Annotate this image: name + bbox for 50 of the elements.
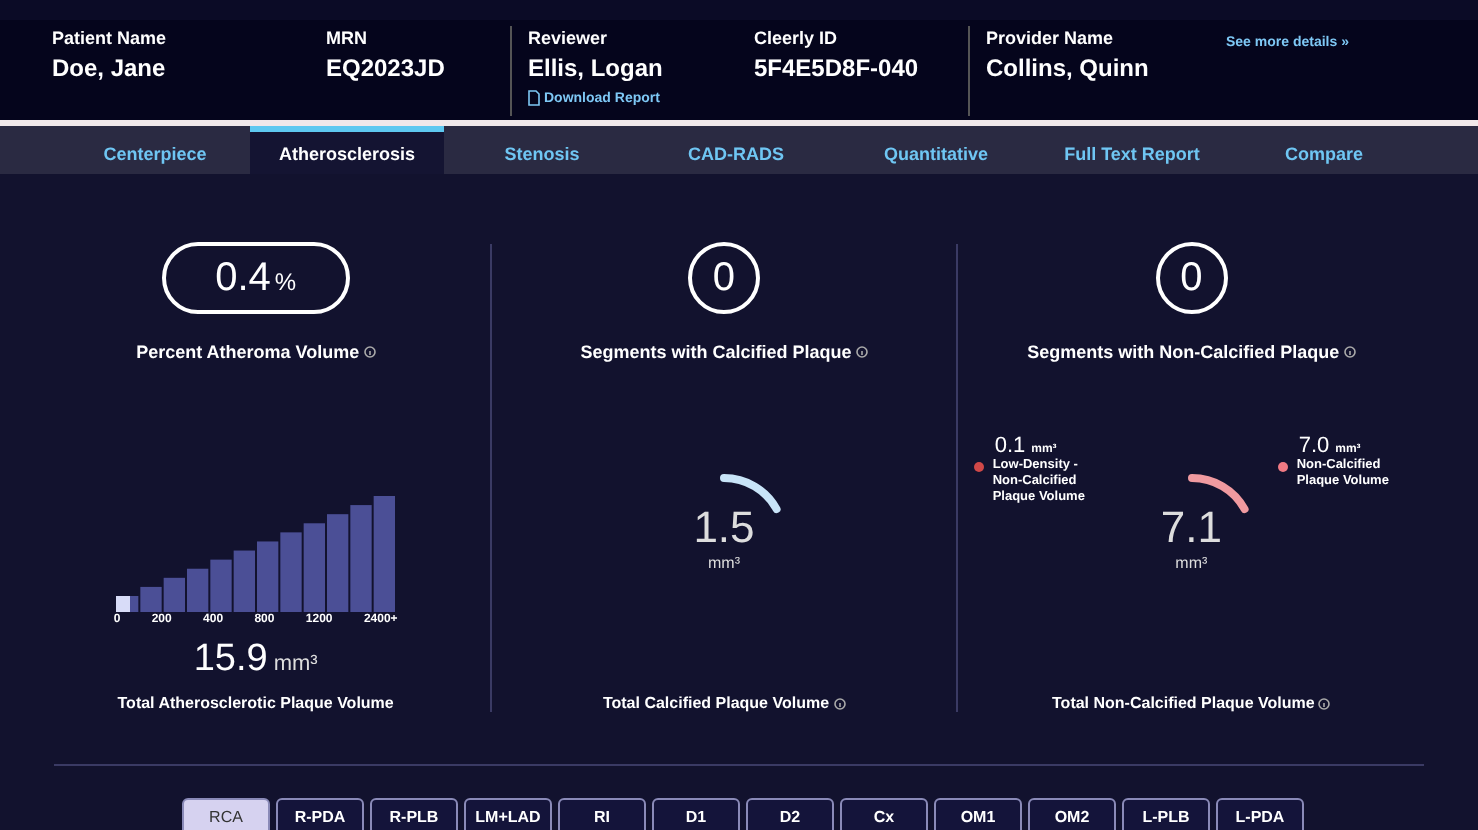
panel-title: Segments with Non-Calcified Plaque <box>1027 342 1340 362</box>
field-value: Ellis, Logan <box>528 54 665 82</box>
field-value: Collins, Quinn <box>986 54 1151 82</box>
field-label: Provider Name <box>986 28 1116 48</box>
caption-label: Total Calcified Plaque Volume <box>602 694 830 712</box>
info-icon <box>855 346 868 358</box>
field-value: 5F4E5D8F-040 <box>754 54 921 82</box>
field-label: MRN <box>326 28 369 48</box>
tab[interactable]: Centerpiece <box>60 126 250 174</box>
unit-label: mm³ <box>1173 554 1210 572</box>
segment-tab[interactable]: RI <box>558 798 646 830</box>
tab[interactable]: Quantitative <box>832 126 1040 174</box>
segment-tab[interactable]: RCA <box>182 798 270 830</box>
info-icon <box>363 346 376 358</box>
tab[interactable]: Atherosclerosis <box>250 126 444 174</box>
field-label: Cleerly ID <box>754 28 840 48</box>
segment-tab[interactable]: L-PLB <box>1122 798 1210 830</box>
value-badge: 0 <box>687 242 760 314</box>
field-value: Doe, Jane <box>52 54 168 82</box>
tab[interactable]: CAD-RADS <box>640 126 832 174</box>
total-value: 15.9 <box>193 638 268 682</box>
segment-tab[interactable]: LM+LAD <box>464 798 552 830</box>
field-label: Patient Name <box>52 28 169 48</box>
segment-tab[interactable]: R-PLB <box>370 798 458 830</box>
panel-title: Segments with Calcified Plaque <box>580 342 852 362</box>
legend-value: 0.1 <box>994 434 1026 458</box>
tab[interactable]: Full Text Report <box>1040 126 1224 174</box>
segment-tab[interactable]: OM1 <box>934 798 1022 830</box>
segment-tab[interactable]: D2 <box>746 798 834 830</box>
value-badge: 0 <box>1155 242 1228 314</box>
segment-tab[interactable]: D1 <box>652 798 740 830</box>
info-icon <box>1343 346 1356 358</box>
tab[interactable]: Compare <box>1224 126 1424 174</box>
segment-tab[interactable]: R-PDA <box>276 798 364 830</box>
unit-label: mm³ <box>273 652 318 676</box>
total-value: 1.5 <box>691 502 757 554</box>
segment-tab[interactable]: L-PDA <box>1216 798 1304 830</box>
unit-label: mm³ <box>705 554 742 572</box>
tab[interactable]: Stenosis <box>444 126 640 174</box>
caption-label: Total Atherosclerotic Plaque Volume <box>117 694 394 712</box>
value-badge: 0.4% <box>161 242 350 314</box>
field-label: Reviewer <box>528 28 610 48</box>
field-value: EQ2023JD <box>326 54 447 82</box>
segment-tab[interactable]: OM2 <box>1028 798 1116 830</box>
caption-label: Total Non-Calcified Plaque Volume <box>1052 694 1315 712</box>
segment-tab[interactable]: Cx <box>840 798 928 830</box>
document-icon <box>528 90 540 106</box>
total-value: 7.1 <box>1158 502 1224 554</box>
legend-value: 7.0 <box>1298 434 1330 458</box>
panel-title: Percent Atheroma Volume <box>136 342 360 362</box>
